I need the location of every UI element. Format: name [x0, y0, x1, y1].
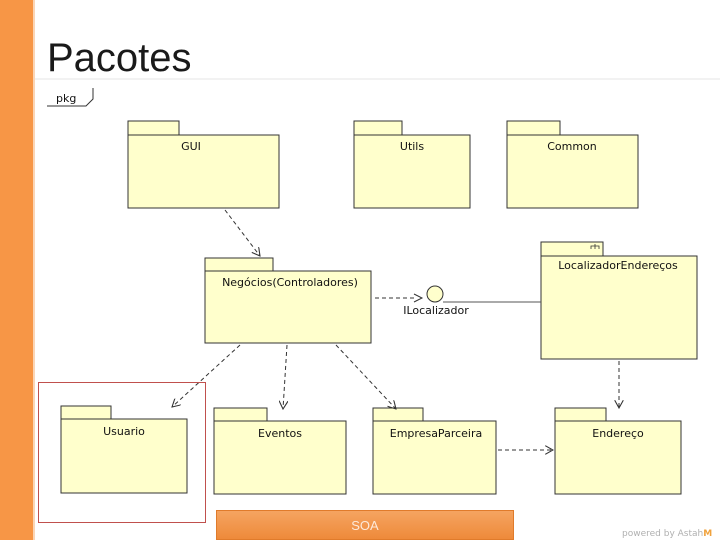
package-localizador-label: LocalizadorEndereços [558, 259, 678, 272]
package-utils-label: Utils [400, 140, 424, 153]
package-gui-label: GUI [181, 140, 201, 153]
package-utils[interactable]: Utils [353, 120, 471, 209]
package-negocios[interactable]: Negócios(Controladores) [204, 257, 372, 344]
package-common-label: Common [547, 140, 597, 153]
interface-label: ILocalizador [403, 304, 469, 317]
package-endereco-label: Endereço [592, 427, 644, 440]
powered-by-watermark: powered by AstahM [622, 529, 712, 539]
package-empresa-parceira[interactable]: EmpresaParceira [372, 407, 497, 495]
footer-text: SOA [351, 518, 379, 533]
pkg-frame-label: pkg [56, 92, 76, 105]
footer-bar: SOA [216, 510, 514, 540]
interface-ilocalizador[interactable]: ILocalizador [403, 285, 541, 317]
package-gui[interactable]: GUI [127, 120, 280, 209]
package-localizador-enderecos[interactable]: LocalizadorEndereços [540, 241, 698, 360]
package-endereco[interactable]: Endereço [554, 407, 682, 495]
dependency-gui-negocios [224, 209, 260, 256]
package-negocios-label: Negócios(Controladores) [222, 276, 358, 289]
pkg-frame-tab: pkg [47, 88, 94, 107]
package-common[interactable]: Common [506, 120, 639, 209]
powered-by-text: powered by Astah [622, 529, 704, 539]
package-eventos-label: Eventos [258, 427, 302, 440]
highlight-frame [38, 382, 206, 523]
astah-logo-icon: M [703, 529, 713, 539]
interface-circle-icon [426, 285, 444, 303]
dependency-negocios-empresa [335, 344, 396, 409]
package-eventos[interactable]: Eventos [213, 407, 347, 495]
interface-arrowhead [413, 293, 424, 303]
package-empresa-label: EmpresaParceira [390, 427, 482, 440]
dependency-negocios-eventos [283, 344, 287, 409]
